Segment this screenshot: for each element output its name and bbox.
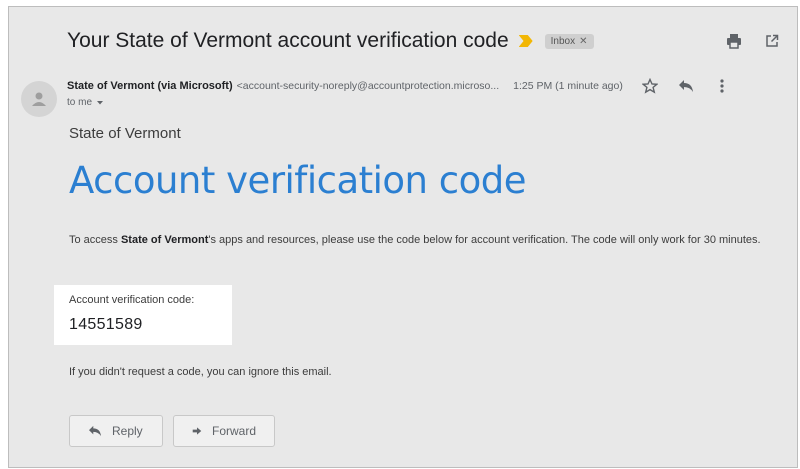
reply-forward-bar: Reply Forward	[69, 415, 275, 447]
email-timestamp: 1:25 PM (1 minute ago)	[513, 80, 623, 92]
sender-name: State of Vermont (via Microsoft)	[67, 80, 233, 92]
forward-button[interactable]: Forward	[173, 415, 275, 447]
star-icon[interactable]	[641, 77, 659, 95]
subject-bar: Your State of Vermont account verificati…	[67, 25, 781, 57]
reply-label: Reply	[112, 424, 143, 438]
organization-name: State of Vermont	[69, 125, 181, 142]
intro-suffix: 's apps and resources, please use the co…	[208, 234, 761, 246]
ignore-note: If you didn't request a code, you can ig…	[69, 366, 332, 378]
close-icon[interactable]: ✕	[579, 36, 587, 47]
forward-icon	[192, 427, 202, 435]
message-actions	[641, 77, 731, 95]
forward-label: Forward	[211, 424, 256, 438]
subject-actions	[725, 32, 781, 50]
print-icon[interactable]	[725, 32, 743, 50]
email-body-intro: To access State of Vermont's apps and re…	[69, 231, 779, 250]
intro-org-name: State of Vermont	[120, 234, 209, 246]
open-in-new-icon[interactable]	[763, 32, 781, 50]
code-label: Account verification code:	[69, 294, 195, 306]
inbox-label-chip[interactable]: Inbox ✕	[544, 33, 594, 49]
intro-prefix: To access	[69, 234, 121, 246]
recipient-text: to me	[67, 97, 93, 108]
email-view: Your State of Vermont account verificati…	[8, 6, 798, 468]
sender-row: State of Vermont (via Microsoft) <accoun…	[67, 77, 781, 95]
reply-icon[interactable]	[677, 77, 695, 95]
reply-icon	[89, 425, 101, 437]
email-headline: Account verification code	[69, 159, 527, 202]
verification-code[interactable]: 14551589	[69, 316, 143, 334]
more-vert-icon[interactable]	[713, 77, 731, 95]
chevron-down-icon[interactable]	[96, 100, 104, 106]
reply-button[interactable]: Reply	[69, 415, 163, 447]
person-icon	[21, 81, 57, 117]
email-subject: Your State of Vermont account verificati…	[67, 29, 509, 52]
sender-email: <account-security-noreply@accountprotect…	[236, 80, 500, 92]
importance-marker-icon[interactable]	[518, 35, 533, 47]
recipient-dropdown[interactable]: to me	[67, 97, 104, 108]
verification-code-box: Account verification code: 14551589	[54, 285, 232, 345]
label-chip-text: Inbox	[550, 35, 576, 47]
